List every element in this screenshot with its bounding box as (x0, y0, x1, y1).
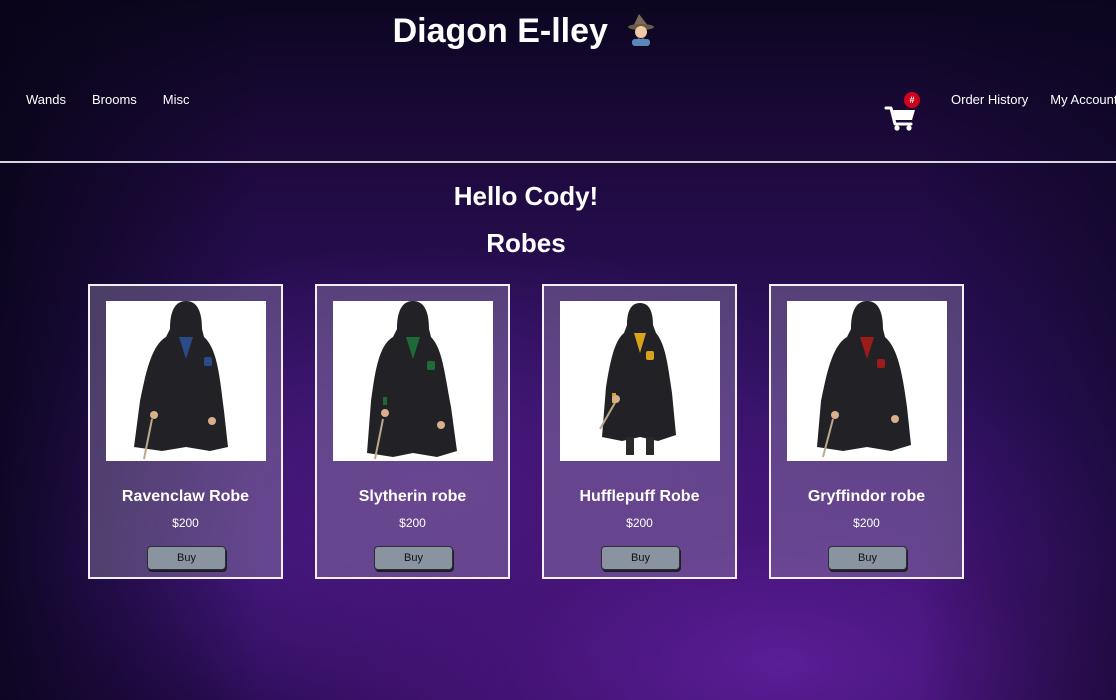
product-card: Gryffindor robe $200 Buy (769, 284, 964, 579)
product-image[interactable] (333, 301, 493, 461)
product-grid: Ravenclaw Robe $200 Buy Slytherin robe $… (88, 284, 964, 579)
wizard-icon (625, 12, 659, 55)
product-name: Slytherin robe (358, 488, 467, 505)
product-price: $200 (626, 516, 653, 530)
buy-button[interactable]: Buy (374, 546, 453, 570)
buy-button[interactable]: Buy (601, 546, 680, 570)
nav-link-order-history[interactable]: Order History (951, 92, 1028, 107)
product-image[interactable] (560, 301, 720, 461)
account-nav: Order History My Account (951, 92, 1116, 107)
nav-link-brooms[interactable]: Brooms (92, 92, 137, 107)
category-nav: Wands Brooms Misc (26, 92, 216, 107)
nav-link-wands[interactable]: Wands (26, 92, 66, 107)
product-name: Hufflepuff Robe (579, 488, 700, 505)
header-divider (0, 161, 1116, 163)
product-card: Ravenclaw Robe $200 Buy (88, 284, 283, 579)
buy-button[interactable]: Buy (828, 546, 907, 570)
product-image[interactable] (787, 301, 947, 461)
cart-button[interactable]: # (884, 92, 920, 132)
product-name: Ravenclaw Robe (121, 488, 250, 505)
buy-button[interactable]: Buy (147, 546, 226, 570)
product-price: $200 (853, 516, 880, 530)
product-price: $200 (172, 516, 199, 530)
product-image[interactable] (106, 301, 266, 461)
greeting: Hello Cody! (453, 181, 599, 211)
site-title-text: Diagon E-lley (392, 12, 608, 50)
product-card: Slytherin robe $200 Buy (315, 284, 510, 579)
nav-link-misc[interactable]: Misc (163, 92, 190, 107)
site-title: Diagon E-lley (0, 12, 1052, 55)
nav-link-my-account[interactable]: My Account (1050, 92, 1116, 107)
product-price: $200 (399, 516, 426, 530)
category-title: Robes (486, 228, 566, 258)
cart-count-badge: # (904, 92, 920, 108)
product-card: Hufflepuff Robe $200 Buy (542, 284, 737, 579)
product-name: Gryffindor robe (807, 488, 926, 505)
